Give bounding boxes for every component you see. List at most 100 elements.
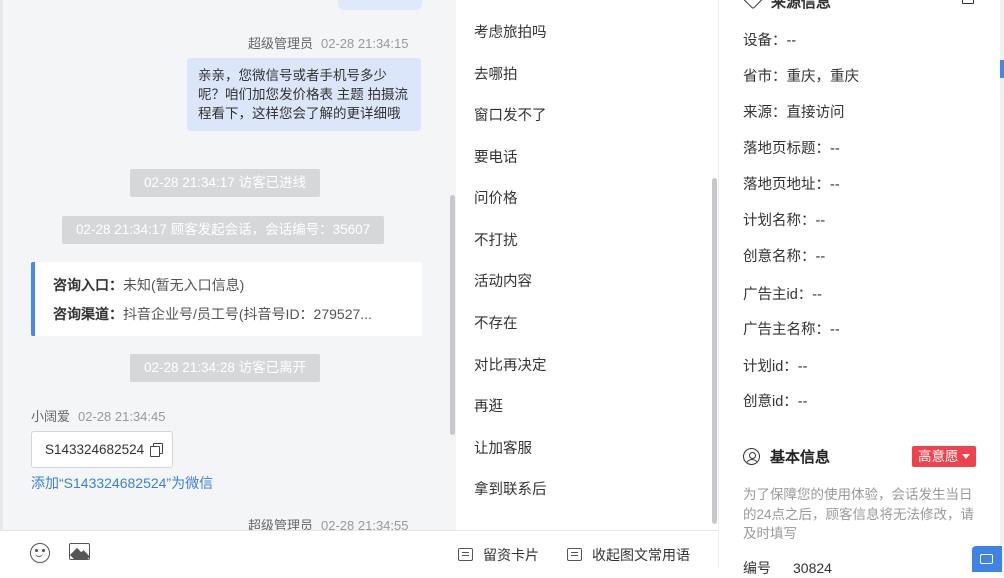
field-landing-title: 落地页标题：-- [743,137,840,158]
field-advertiser-name: 广告主名称：-- [743,318,840,339]
field-plan-id: 计划id：-- [743,355,807,376]
system-notice-left: 02-28 21:34:28 访客已离开 [130,354,321,382]
field-landing-url: 落地页地址：-- [743,173,840,194]
system-notice-session: 02-28 21:34:17 顾客发起会话，会话编号：35607 [62,216,385,244]
card-icon [458,548,473,561]
intent-level-dropdown[interactable]: 高意愿 [912,446,976,467]
phrase-item[interactable]: 再逛 [474,395,503,416]
message-time: 02-28 21:34:45 [78,409,166,424]
input-toolbar: 留资卡片 收起图文常用语 [0,530,718,569]
phrases-scrollbar[interactable] [712,178,717,524]
leave-card-button[interactable]: 留资卡片 [458,545,539,565]
phrase-item[interactable]: 拿到联系后 [474,478,547,499]
basic-info-title: 基本信息 [743,446,830,467]
chat-panel: 超级管理员 02-28 21:34:15 亲亲，您微信号或者手机号多少呢？咱们加您… [0,0,456,530]
message-meta: 超级管理员 02-28 21:34:55 [248,515,408,530]
field-advertiser-id: 广告主id：-- [743,283,822,304]
previous-bubble [338,0,422,10]
phrase-item[interactable]: 窗口发不了 [474,104,547,125]
message-time: 02-28 21:34:55 [321,518,409,530]
field-creative-name: 创意名称：-- [743,245,825,266]
field-value: 30824 [793,560,832,576]
edge-indicator [1000,60,1004,78]
sender-name: 小阔爱 [31,409,71,424]
add-wechat-link[interactable]: 添加“S143324682524”为微信 [31,473,213,493]
collapse-phrases-label: 收起图文常用语 [592,547,690,563]
field-label: 创意名称： [743,249,816,265]
caret-down-icon [961,454,970,459]
consult-entry-value: 未知(暂无入口信息) [123,277,245,293]
field-value: -- [786,33,797,49]
edit-icon[interactable] [962,0,974,4]
code-text: S143324682524 [45,442,145,457]
field-label: 计划名称： [743,213,816,229]
agent-message-bubble: 亲亲，您微信号或者手机号多少呢？咱们加您发价格表 主题 拍摄流程看下，这样您会了… [187,58,421,131]
field-label: 编号 [743,560,771,576]
visitor-info-panel: 来源信息 设备：-- 省市：重庆，重庆 来源：直接访问 落地页标题：-- 落地页… [718,0,1001,576]
sender-name: 超级管理员 [248,518,314,530]
phrase-item[interactable]: 不存在 [474,312,518,333]
field-label: 落地页标题： [743,141,830,157]
field-device: 设备：-- [743,29,796,50]
source-section-title: 来源信息 [771,0,832,11]
consult-channel-value: 抖音企业号/员工号(抖音号ID：279527... [123,306,372,322]
leave-card-label: 留资卡片 [483,547,539,563]
float-message-button[interactable] [972,546,1002,572]
message-meta: 超级管理员 02-28 21:34:15 [248,33,408,52]
field-label: 广告主名称： [743,322,830,338]
basic-info-label: 基本信息 [770,449,831,466]
field-source: 来源：直接访问 [743,101,845,122]
chat-scrollbar[interactable] [450,195,455,435]
field-label: 广告主id： [743,287,813,303]
field-value: -- [812,287,822,303]
source-icon [741,0,765,10]
consult-info-card: 咨询入口：未知(暂无入口信息) 咨询渠道：抖音企业号/员工号(抖音号ID：279… [31,262,422,336]
copy-icon[interactable] [150,443,163,457]
system-notice-entered: 02-28 21:34:17 访客已进线 [130,169,321,197]
field-creative-id: 创意id：-- [743,390,807,411]
user-icon [743,448,760,465]
phrase-item[interactable]: 去哪拍 [474,63,518,84]
doc-icon [567,548,582,561]
field-value: -- [815,249,826,265]
panel-divider [0,0,3,530]
field-label: 设备： [743,33,787,49]
common-phrases-panel: 考虑旅拍吗 去哪拍 窗口发不了 要电话 问价格 不打扰 活动内容 不存在 对比再… [456,0,718,530]
field-value: -- [797,394,808,410]
image-icon[interactable] [69,543,90,560]
field-label: 创意id： [743,394,798,410]
phrase-item[interactable]: 问价格 [474,187,518,208]
message-time: 02-28 21:34:15 [321,36,409,51]
right-edge-bar [1000,0,1004,568]
message-meta: 小阔爱 02-28 21:34:45 [31,406,165,425]
phrase-item[interactable]: 不打扰 [474,229,518,250]
field-label: 落地页地址： [743,177,830,193]
field-value: -- [815,213,826,229]
phrase-item[interactable]: 考虑旅拍吗 [474,21,547,42]
field-value: -- [830,177,840,193]
field-label: 计划id： [743,359,798,375]
field-value: -- [830,322,840,338]
consult-channel-label: 咨询渠道： [53,306,123,322]
emoji-icon[interactable] [30,543,50,563]
intent-label: 高意愿 [918,449,959,464]
field-value: 直接访问 [786,105,845,121]
phrase-item[interactable]: 对比再决定 [474,354,547,375]
field-label: 来源： [743,105,787,121]
field-region: 省市：重庆，重庆 [743,65,859,86]
field-value: 重庆，重庆 [786,69,860,85]
field-number: 编号 30824 [743,558,832,578]
collapse-phrases-button[interactable]: 收起图文常用语 [567,545,690,565]
phrase-item[interactable]: 要电话 [474,146,518,167]
sender-name: 超级管理员 [248,36,314,51]
field-value: -- [797,359,808,375]
field-label: 省市： [743,69,787,85]
field-plan-name: 计划名称：-- [743,209,825,230]
phrase-item[interactable]: 活动内容 [474,270,532,291]
edit-notice: 为了保障您的使用体验，会话发生当日的24点之后，顾客信息将无法修改，请及时填写 [743,487,975,541]
visitor-message-code: S143324682524 [31,431,173,468]
field-value: -- [830,141,840,157]
consult-entry: 咨询入口：未知(暂无入口信息) [53,271,413,300]
consult-channel: 咨询渠道：抖音企业号/员工号(抖音号ID：279527... [53,300,413,329]
phrase-item[interactable]: 让加客服 [474,437,532,458]
